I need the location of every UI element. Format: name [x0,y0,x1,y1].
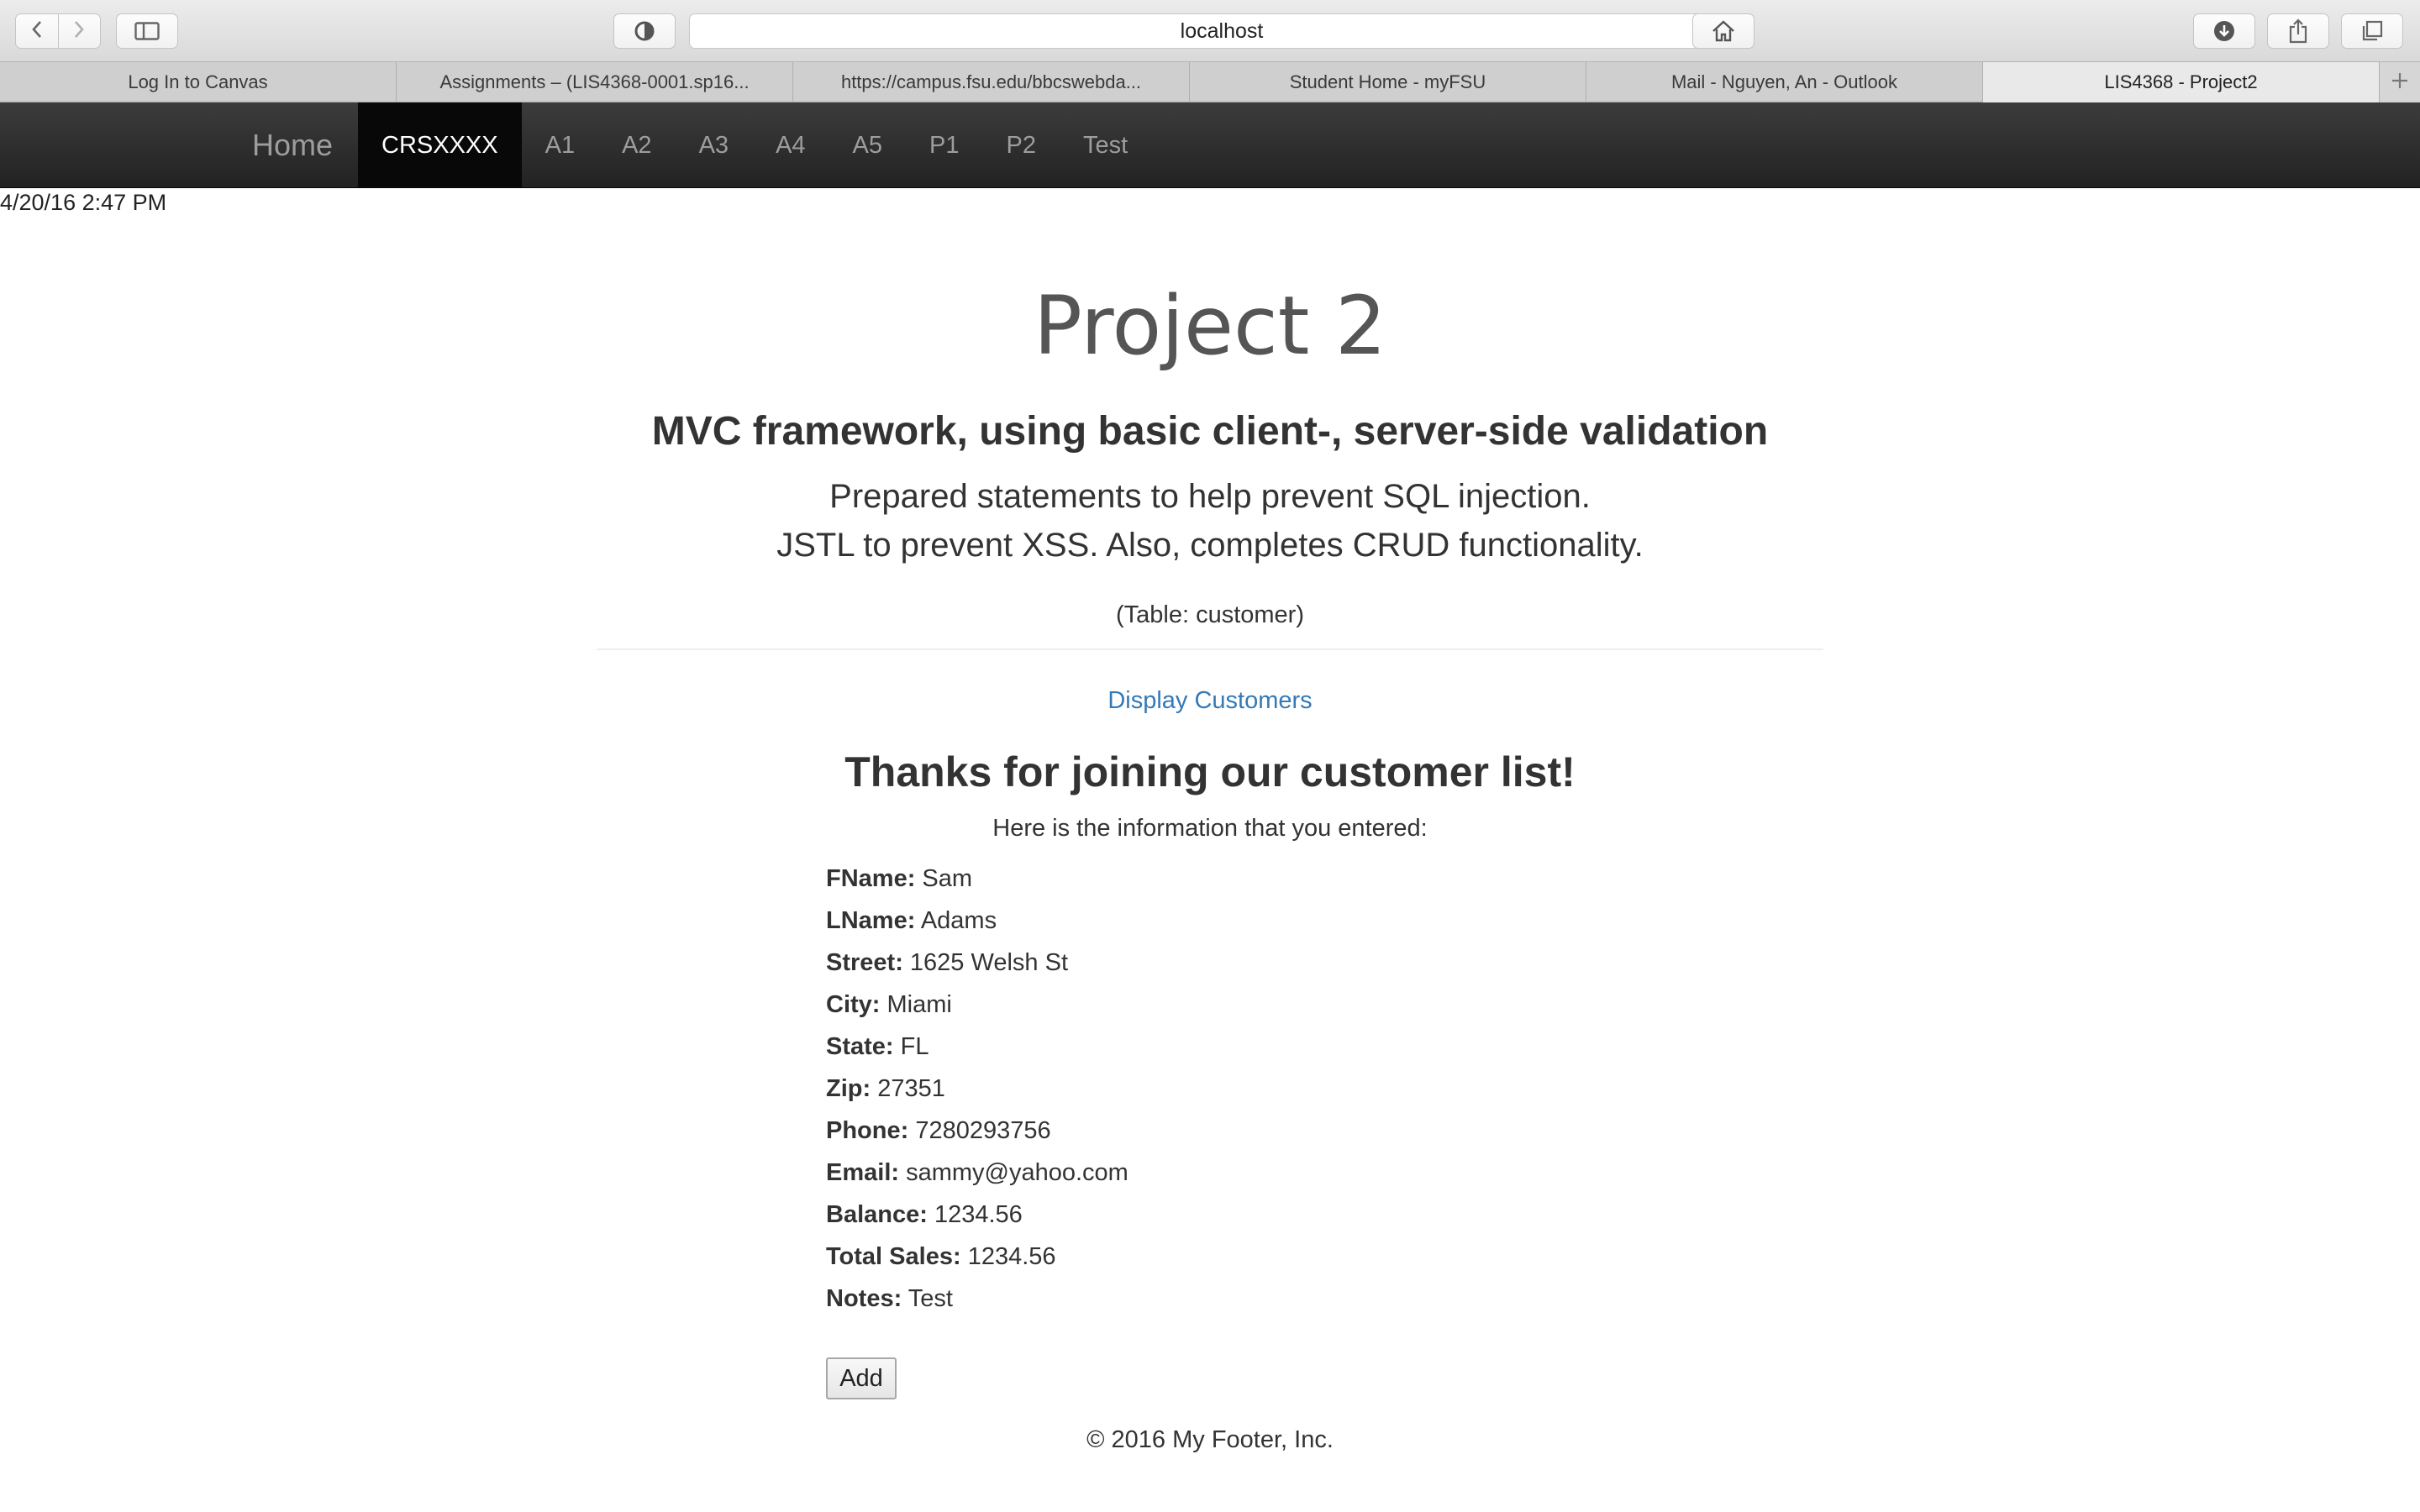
field-lname: LName: Adams [826,904,1128,946]
privacy-button[interactable] [613,13,676,49]
share-icon [2288,18,2308,44]
home-button[interactable] [1692,13,1754,49]
tab-label: https://campus.fsu.edu/bbcswebda... [840,71,1142,92]
nav-item-a3[interactable]: A3 [676,102,752,188]
timestamp: 4/20/16 2:47 PM [0,190,167,215]
field-value: Miami [886,991,952,1018]
nav-item-a5[interactable]: A5 [829,102,906,188]
field-value: 27351 [877,1075,945,1102]
thanks-heading: Thanks for joining our customer list! [844,748,1576,795]
downloads-button[interactable] [2193,13,2255,49]
page-subtitle: MVC framework, using basic client-, serv… [651,409,1769,454]
nav-item-crsxxxx[interactable]: CRSXXXX [358,102,522,188]
tab-bar: Log In to Canvas Assignments – (LIS4368-… [0,62,2420,102]
field-total-sales: Total Sales: 1234.56 [826,1240,1128,1282]
sidebar-icon [134,22,160,40]
navbar-menu: CRSXXXX A1 A2 A3 A4 A5 P1 P2 Test [358,102,1151,188]
home-icon [1711,19,1736,43]
field-label: FName: [826,865,916,892]
nav-item-a1[interactable]: A1 [522,102,598,188]
field-label: City: [826,991,881,1018]
tab-canvas[interactable]: Log In to Canvas [0,62,397,102]
display-customers-link-row: Display Customers [0,687,2420,715]
forward-icon [71,19,87,44]
share-button[interactable] [2267,13,2329,49]
navbar-brand-home[interactable]: Home [252,102,333,188]
field-label: LName: [826,907,916,934]
nav-item-a4[interactable]: A4 [752,102,829,188]
nav-item-a2[interactable]: A2 [598,102,675,188]
tab-myfsu[interactable]: Student Home - myFSU [1190,62,1586,102]
field-label: Total Sales: [826,1243,961,1270]
field-label: Balance: [826,1201,928,1228]
field-value: Test [908,1285,953,1312]
url-text: localhost [1180,18,1264,43]
field-label: Phone: [826,1117,909,1144]
downloads-icon [2212,19,2236,43]
field-notes: Notes: Test [826,1282,1128,1324]
customer-info: FName: Sam LName: Adams Street: 1625 Wel… [826,862,1128,1324]
browser-toolbar: localhost [0,0,2420,62]
new-tab-icon [2391,71,2409,94]
page-title: Project 2 [1033,279,1387,373]
field-value: 1625 Welsh St [909,949,1068,976]
field-label: Street: [826,949,903,976]
lead-line-2: JSTL to prevent XSS. Also, completes CRU… [776,527,1644,564]
field-state: State: FL [826,1030,1128,1072]
sidebar-button[interactable] [116,13,178,49]
field-value: 1234.56 [967,1243,1056,1270]
address-bar[interactable]: localhost [689,13,1754,49]
back-icon [29,19,45,44]
entered-note: Here is the information that you entered… [992,815,1428,842]
field-value: 7280293756 [915,1117,1051,1144]
nav-item-test[interactable]: Test [1060,102,1151,188]
site-navbar: Home CRSXXXX A1 A2 A3 A4 A5 P1 P2 Test [0,102,2420,188]
field-label: Email: [826,1159,900,1186]
add-button[interactable]: Add [826,1357,897,1399]
tab-label: Mail - Nguyen, An - Outlook [1670,71,1897,92]
back-button[interactable] [16,14,58,48]
tab-label: Log In to Canvas [128,71,268,92]
field-value: Sam [922,865,973,892]
field-street: Street: 1625 Welsh St [826,946,1128,988]
lead-line-1: Prepared statements to help prevent SQL … [829,478,1591,515]
field-city: City: Miami [826,988,1128,1030]
privacy-icon [634,20,655,42]
field-email: Email: sammy@yahoo.com [826,1156,1128,1198]
tab-assignments[interactable]: Assignments – (LIS4368-0001.sp16... [397,62,793,102]
tab-project2[interactable]: LIS4368 - Project2 [1983,62,2380,102]
field-balance: Balance: 1234.56 [826,1198,1128,1240]
forward-button[interactable] [57,14,101,48]
nav-item-p2[interactable]: P2 [983,102,1060,188]
table-note: (Table: customer) [1115,601,1304,628]
field-phone: Phone: 7280293756 [826,1114,1128,1156]
tab-mail[interactable]: Mail - Nguyen, An - Outlook [1586,62,1983,102]
field-value: FL [900,1033,929,1060]
tabs-overview-icon [2360,19,2384,43]
field-label: Notes: [826,1285,902,1312]
field-zip: Zip: 27351 [826,1072,1128,1114]
history-nav [15,13,101,49]
field-value: sammy@yahoo.com [906,1159,1128,1186]
tab-label: Student Home - myFSU [1289,71,1486,92]
divider [597,648,1823,650]
page-footer: © 2016 My Footer, Inc. [1086,1426,1334,1453]
display-customers-link[interactable]: Display Customers [1107,687,1312,714]
tabs-overview-button[interactable] [2341,13,2403,49]
tab-label: LIS4368 - Project2 [2104,71,2258,92]
field-value: 1234.56 [934,1201,1023,1228]
field-label: Zip: [826,1075,871,1102]
page-lead: Prepared statements to help prevent SQL … [0,472,2420,570]
tab-campus[interactable]: https://campus.fsu.edu/bbcswebda... [793,62,1190,102]
nav-item-p1[interactable]: P1 [906,102,982,188]
field-fname: FName: Sam [826,862,1128,904]
tab-label: Assignments – (LIS4368-0001.sp16... [439,71,750,92]
new-tab-button[interactable] [2380,62,2420,102]
field-value: Adams [920,907,997,934]
field-label: State: [826,1033,894,1060]
